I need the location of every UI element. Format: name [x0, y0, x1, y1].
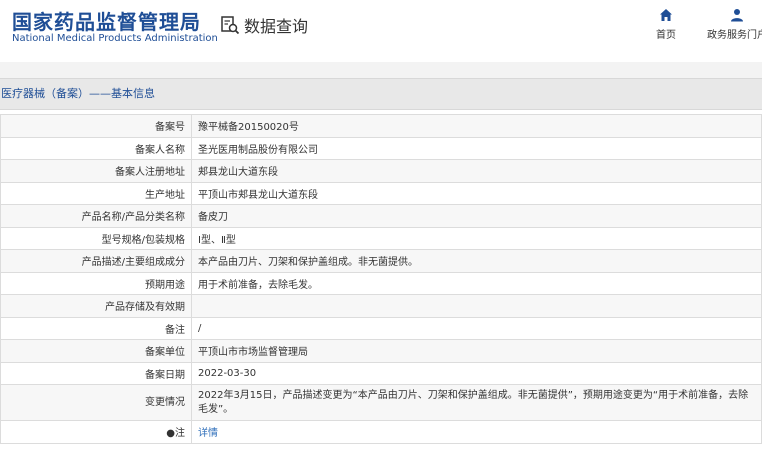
row-value: 平顶山市市场监督管理局 [191, 339, 762, 363]
row-value: 备皮刀 [191, 204, 762, 228]
row-label: 产品名称/产品分类名称 [0, 204, 192, 228]
nav-service-portal[interactable]: 政务服务门户 [702, 8, 762, 41]
row-value: 2022年3月15日，产品描述变更为“本产品由刀片、刀架和保护盖组成。非无菌提供… [191, 384, 762, 421]
table-row: 备案人名称 圣光医用制品股份有限公司 [0, 136, 762, 160]
record-info-table: 备案号 豫平械备20150020号 备案人名称 圣光医用制品股份有限公司 备案人… [0, 114, 762, 444]
row-label: 备案日期 [0, 361, 192, 385]
table-row: 预期用途 用于术前准备，去除毛发。 [0, 271, 762, 295]
row-label: 备案号 [0, 114, 192, 138]
row-value: Ⅰ型、Ⅱ型 [191, 226, 762, 250]
table-row: 备注 / [0, 316, 762, 340]
table-row: 备案号 豫平械备20150020号 [0, 114, 762, 138]
table-row: 备案人注册地址 郏县龙山大道东段 [0, 159, 762, 183]
site-header: 国家药品监督管理局 National Medical Products Admi… [0, 0, 762, 62]
row-value: 详情 [191, 420, 762, 444]
table-row: 变更情况 2022年3月15日，产品描述变更为“本产品由刀片、刀架和保护盖组成。… [0, 384, 762, 421]
row-value: 本产品由刀片、刀架和保护盖组成。非无菌提供。 [191, 249, 762, 273]
row-label: 产品描述/主要组成成分 [0, 249, 192, 273]
nav-service-portal-label: 政务服务门户 [707, 30, 762, 41]
logo-title[interactable]: 国家药品监督管理局 [12, 6, 201, 35]
row-value: 豫平械备20150020号 [191, 114, 762, 138]
row-value: 用于术前准备，去除毛发。 [191, 271, 762, 295]
data-query-title[interactable]: 数据查询 [220, 13, 308, 37]
table-row: 生产地址 平顶山市郏县龙山大道东段 [0, 181, 762, 205]
table-row: 产品描述/主要组成成分 本产品由刀片、刀架和保护盖组成。非无菌提供。 [0, 249, 762, 273]
row-value: 2022-03-30 [191, 361, 762, 385]
home-icon [660, 9, 672, 21]
details-link[interactable]: 详情 [198, 428, 218, 439]
row-value: / [191, 316, 762, 340]
logo-subtitle: National Medical Products Administration [12, 33, 218, 44]
user-icon [731, 9, 743, 22]
search-document-icon [221, 16, 240, 35]
row-label: 预期用途 [0, 271, 192, 295]
row-value: 郏县龙山大道东段 [191, 159, 762, 183]
data-query-label: 数据查询 [244, 17, 309, 36]
nav-home-label: 首页 [656, 30, 676, 41]
row-label: 生产地址 [0, 181, 192, 205]
row-value: 平顶山市郏县龙山大道东段 [191, 181, 762, 205]
row-label: 型号规格/包装规格 [0, 226, 192, 250]
row-label: 备注 [0, 316, 192, 340]
table-row: 备案日期 2022-03-30 [0, 361, 762, 385]
row-value [191, 294, 762, 318]
section-title: 医疗器械（备案）——基本信息 [0, 78, 762, 110]
table-row: 备案单位 平顶山市市场监督管理局 [0, 339, 762, 363]
row-label: 备案人注册地址 [0, 159, 192, 183]
row-label: 备案单位 [0, 339, 192, 363]
table-row: 型号规格/包装规格 Ⅰ型、Ⅱ型 [0, 226, 762, 250]
header-divider [0, 62, 762, 78]
row-value: 圣光医用制品股份有限公司 [191, 136, 762, 160]
row-label: 备案人名称 [0, 136, 192, 160]
table-row: ●注 详情 [0, 420, 762, 444]
nav-home[interactable]: 首页 [636, 8, 696, 41]
row-label: 产品存储及有效期 [0, 294, 192, 318]
table-row: 产品存储及有效期 [0, 294, 762, 318]
table-row: 产品名称/产品分类名称 备皮刀 [0, 204, 762, 228]
row-label: 变更情况 [0, 384, 192, 421]
row-label: ●注 [0, 420, 192, 444]
